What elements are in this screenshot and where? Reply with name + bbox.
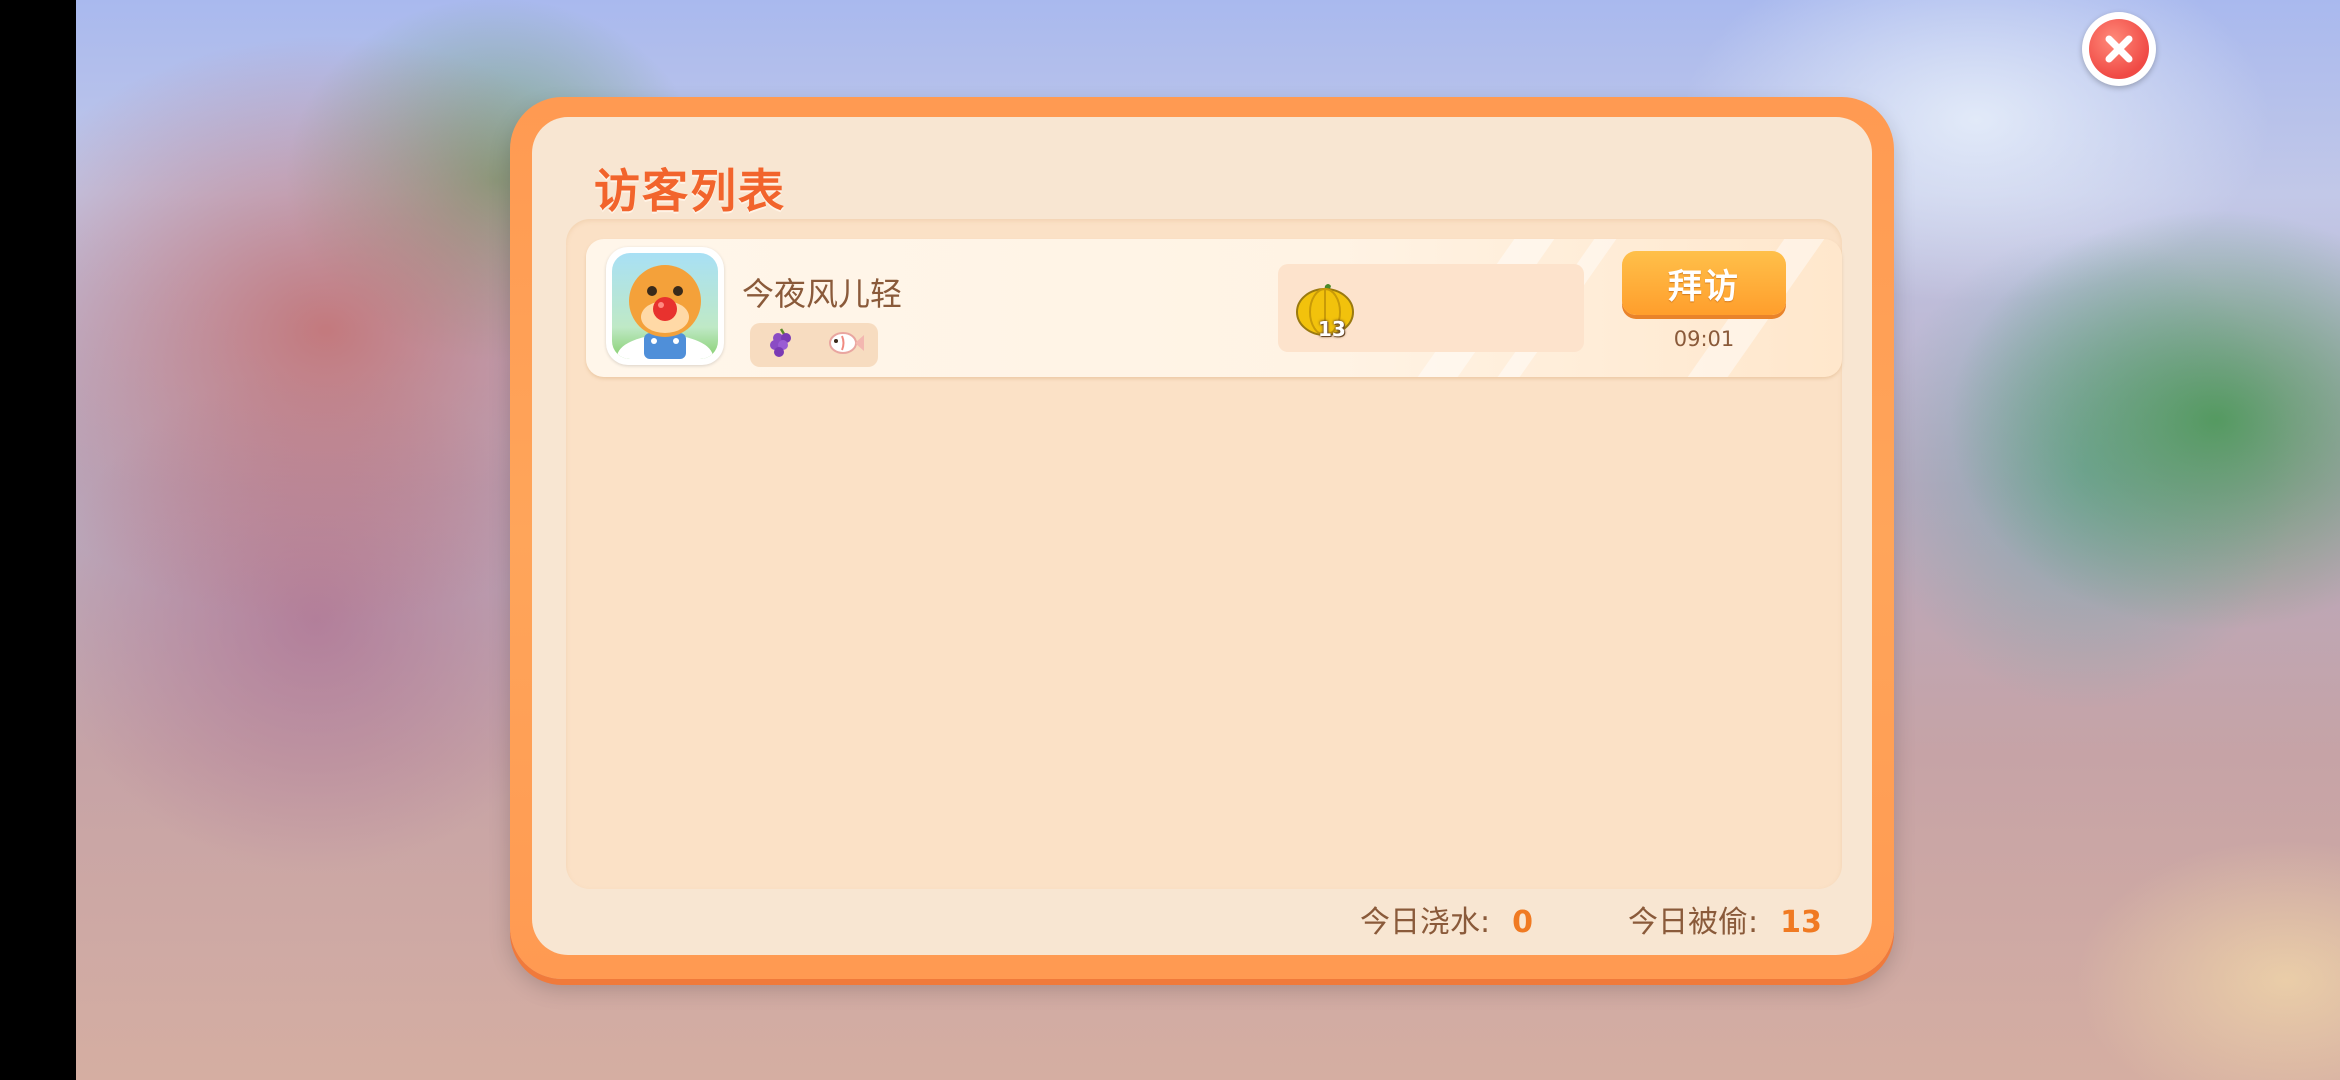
watered-label: 今日浇水: (1360, 905, 1491, 940)
stolen-label: 今日被偷: (1628, 905, 1759, 940)
watered-value: 0 (1512, 905, 1533, 940)
visitor-name: 今夜风儿轻 (742, 275, 903, 313)
visitor-row[interactable]: 今夜风儿轻 13 拜访 09:01 (586, 239, 1842, 377)
stolen-today: 今日被偷: 13 (1628, 897, 1822, 941)
grape-icon (764, 326, 798, 364)
visit-time: 09:01 (1673, 327, 1735, 351)
dialog-title: 访客列表 (594, 164, 786, 218)
close-button[interactable] (2082, 12, 2156, 86)
visitor-list-dialog: 访客列表 今夜风儿轻 13 拜访 09:01 今日浇水: 0 今日被偷: 13 (510, 97, 1894, 979)
visitor-tags (750, 323, 878, 367)
avatar-image (612, 253, 718, 359)
stolen-item: 13 (1278, 264, 1584, 352)
fish-icon (825, 326, 865, 364)
screen-edge (0, 0, 76, 1080)
stolen-count: 13 (1318, 317, 1346, 341)
avatar[interactable] (606, 247, 724, 365)
dialog-body: 访客列表 今夜风儿轻 13 拜访 09:01 今日浇水: 0 今日被偷: 13 (532, 117, 1872, 955)
visit-button[interactable]: 拜访 (1622, 251, 1786, 315)
visitor-list[interactable]: 今夜风儿轻 13 拜访 09:01 (566, 219, 1842, 889)
watered-today: 今日浇水: 0 (1360, 897, 1533, 941)
close-icon (2089, 19, 2149, 79)
stolen-value: 13 (1780, 905, 1822, 940)
game-screen: 访客列表 今夜风儿轻 13 拜访 09:01 今日浇水: 0 今日被偷: 13 (0, 0, 2340, 1080)
